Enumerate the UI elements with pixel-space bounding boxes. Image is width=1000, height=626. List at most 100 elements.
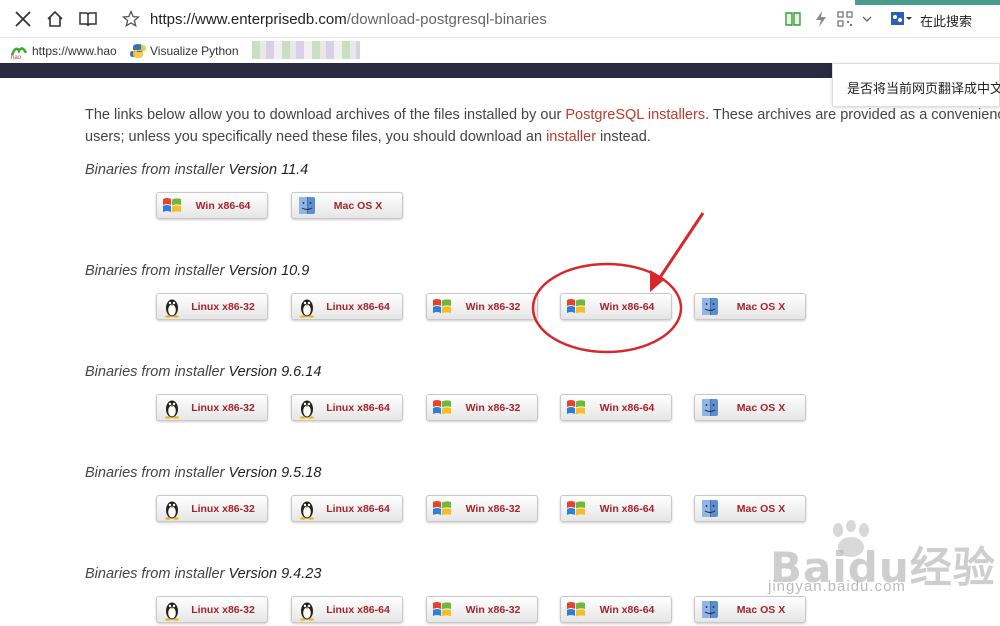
- intro-text: The links below allow you to download ar…: [85, 107, 566, 123]
- download-win-x86-32-button[interactable]: Win x86-32: [426, 293, 538, 320]
- windows-icon: [431, 599, 453, 621]
- baidu-watermark: Baidu经验 jingyan.baidu.com: [760, 520, 995, 620]
- toolbar-accent-strip: [855, 0, 1000, 5]
- section-version: Version 9.5.18: [228, 465, 322, 481]
- bookmark-label: Visualize Python: [150, 44, 239, 58]
- download-mac-os-x-button[interactable]: Mac OS X: [694, 293, 806, 320]
- section-heading: Binaries from installer Version 11.4: [85, 162, 308, 178]
- reading-view-icon[interactable]: [77, 8, 99, 30]
- linux-icon: [296, 296, 318, 318]
- intro-line-1: The links below allow you to download ar…: [85, 107, 1000, 123]
- search-input[interactable]: 在此搜索: [920, 11, 972, 30]
- button-label: Linux x86-32: [191, 301, 255, 313]
- button-label: Win x86-32: [465, 301, 521, 313]
- button-label: Win x86-64: [599, 301, 655, 313]
- intro-text: users; unless you specifically need thes…: [85, 129, 547, 145]
- button-label: Win x86-64: [599, 604, 655, 616]
- arrow-shaft: [655, 212, 705, 283]
- mac-icon: [699, 397, 721, 419]
- section-heading: Binaries from installer Version 9.4.23: [85, 566, 321, 582]
- download-mac-os-x-button[interactable]: Mac OS X: [694, 495, 806, 522]
- lightning-icon[interactable]: [810, 8, 832, 30]
- bookmark-hao[interactable]: hao https://www.hao: [10, 43, 117, 59]
- windows-icon: [565, 599, 587, 621]
- windows-icon: [431, 296, 453, 318]
- button-label: Win x86-64: [599, 503, 655, 515]
- address-bar[interactable]: https://www.enterprisedb.com/download-po…: [150, 11, 547, 28]
- bookmark-visualize-python[interactable]: Visualize Python: [130, 43, 239, 59]
- download-win-x86-32-button[interactable]: Win x86-32: [426, 394, 538, 421]
- download-win-x86-64-button[interactable]: Win x86-64: [560, 293, 672, 320]
- linux-icon: [161, 296, 183, 318]
- installer-link[interactable]: installer: [546, 129, 596, 145]
- url-host: https://www.enterprisedb.com: [150, 11, 347, 28]
- reader-mode-icon[interactable]: [782, 8, 804, 30]
- button-label: Linux x86-64: [326, 301, 390, 313]
- mac-icon: [699, 599, 721, 621]
- button-label: Mac OS X: [333, 200, 383, 212]
- browser-toolbar: https://www.enterprisedb.com/download-po…: [0, 0, 1000, 38]
- mac-icon: [699, 498, 721, 520]
- mac-icon: [296, 195, 318, 217]
- arrow-head: [650, 270, 665, 292]
- button-label: Mac OS X: [736, 503, 786, 515]
- section-label: Binaries from installer: [85, 465, 229, 481]
- button-label: Win x86-32: [465, 503, 521, 515]
- translate-prompt-text: 是否将当前网页翻译成中文: [847, 81, 1000, 96]
- download-linux-x86-64-button[interactable]: Linux x86-64: [291, 394, 403, 421]
- windows-icon: [161, 195, 183, 217]
- url-path: /download-postgresql-binaries: [346, 11, 547, 28]
- favorite-star-icon[interactable]: [120, 8, 142, 30]
- button-label: Linux x86-64: [326, 402, 390, 414]
- button-label: Mac OS X: [736, 301, 786, 313]
- close-icon[interactable]: [12, 8, 34, 30]
- download-win-x86-64-button[interactable]: Win x86-64: [560, 394, 672, 421]
- section-heading: Binaries from installer Version 9.5.18: [85, 465, 321, 481]
- linux-icon: [161, 498, 183, 520]
- hao123-icon: hao: [10, 47, 28, 59]
- download-mac-os-x-button[interactable]: Mac OS X: [694, 394, 806, 421]
- windows-icon: [431, 498, 453, 520]
- mac-icon: [699, 296, 721, 318]
- download-linux-x86-32-button[interactable]: Linux x86-32: [156, 495, 268, 522]
- button-label: Linux x86-64: [326, 604, 390, 616]
- chevron-down-icon[interactable]: [856, 8, 878, 30]
- translate-prompt-popup[interactable]: 是否将当前网页翻译成中文: [832, 63, 1000, 107]
- qr-code-icon[interactable]: [834, 8, 856, 30]
- button-label: Linux x86-64: [326, 503, 390, 515]
- download-linux-x86-32-button[interactable]: Linux x86-32: [156, 394, 268, 421]
- section-heading: Binaries from installer Version 10.9: [85, 263, 309, 279]
- windows-icon: [565, 296, 587, 318]
- linux-icon: [296, 498, 318, 520]
- download-linux-x86-32-button[interactable]: Linux x86-32: [156, 293, 268, 320]
- section-version: Version 9.4.23: [228, 566, 322, 582]
- windows-icon: [431, 397, 453, 419]
- download-win-x86-64-button[interactable]: Win x86-64: [156, 192, 268, 219]
- button-label: Linux x86-32: [191, 503, 255, 515]
- linux-icon: [296, 599, 318, 621]
- download-linux-x86-32-button[interactable]: Linux x86-32: [156, 596, 268, 623]
- button-label: Win x86-32: [465, 604, 521, 616]
- section-label: Binaries from installer: [85, 162, 229, 178]
- postgresql-installers-link[interactable]: PostgreSQL installers: [565, 107, 705, 123]
- download-win-x86-32-button[interactable]: Win x86-32: [426, 596, 538, 623]
- download-linux-x86-64-button[interactable]: Linux x86-64: [291, 596, 403, 623]
- search-engine-icon[interactable]: [890, 8, 912, 30]
- download-linux-x86-64-button[interactable]: Linux x86-64: [291, 495, 403, 522]
- section-label: Binaries from installer: [85, 364, 229, 380]
- svg-text:hao: hao: [11, 55, 22, 59]
- linux-icon: [296, 397, 318, 419]
- download-win-x86-64-button[interactable]: Win x86-64: [560, 495, 672, 522]
- download-win-x86-64-button[interactable]: Win x86-64: [560, 596, 672, 623]
- button-label: Win x86-32: [465, 402, 521, 414]
- bookmarks-bar: hao https://www.hao Visualize Python: [0, 38, 1000, 63]
- section-label: Binaries from installer: [85, 263, 229, 279]
- section-version: Version 9.6.14: [228, 364, 322, 380]
- download-mac-os-x-button[interactable]: Mac OS X: [291, 192, 403, 219]
- home-icon[interactable]: [44, 8, 66, 30]
- download-win-x86-32-button[interactable]: Win x86-32: [426, 495, 538, 522]
- intro-line-2: users; unless you specifically need thes…: [85, 129, 651, 145]
- linux-icon: [161, 599, 183, 621]
- button-label: Mac OS X: [736, 402, 786, 414]
- download-linux-x86-64-button[interactable]: Linux x86-64: [291, 293, 403, 320]
